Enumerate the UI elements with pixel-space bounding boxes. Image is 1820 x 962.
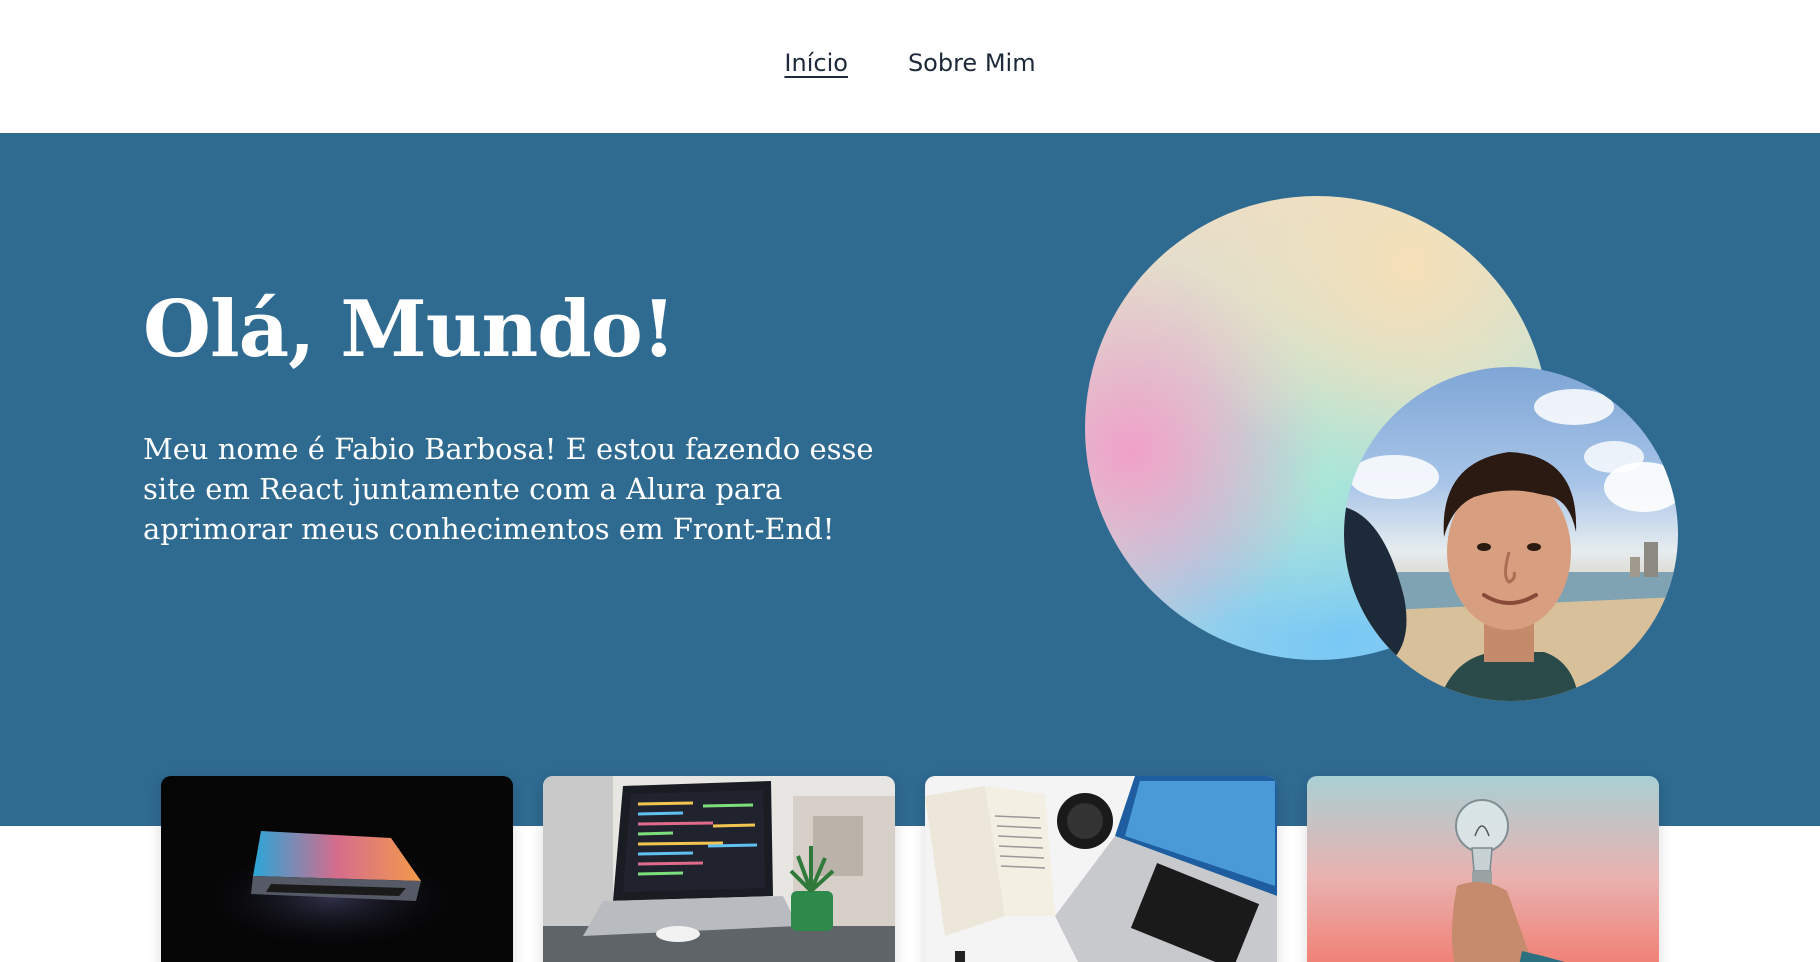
main-nav: Início Sobre Mim [0,44,1820,82]
hero-banner: Olá, Mundo! Meu nome é Fabio Barbosa! E … [0,133,1820,826]
card-image-laptop-dark[interactable] [161,776,513,962]
hero-title: Olá, Mundo! [143,284,676,375]
hero-description: Meu nome é Fabio Barbosa! E estou fazend… [143,432,874,546]
card-gallery [161,776,1661,962]
nav-link-inicio[interactable]: Início [784,44,848,82]
card-image-laptop-book[interactable] [925,776,1277,962]
card-image-lightbulb[interactable] [1307,776,1659,962]
nav-link-sobre-mim[interactable]: Sobre Mim [908,44,1036,82]
page: Início Sobre Mim Olá, Mundo! Meu nome é … [0,0,1820,962]
header: Início Sobre Mim [0,0,1820,133]
card-image-laptop-code[interactable] [543,776,895,962]
profile-photo [1344,367,1678,701]
